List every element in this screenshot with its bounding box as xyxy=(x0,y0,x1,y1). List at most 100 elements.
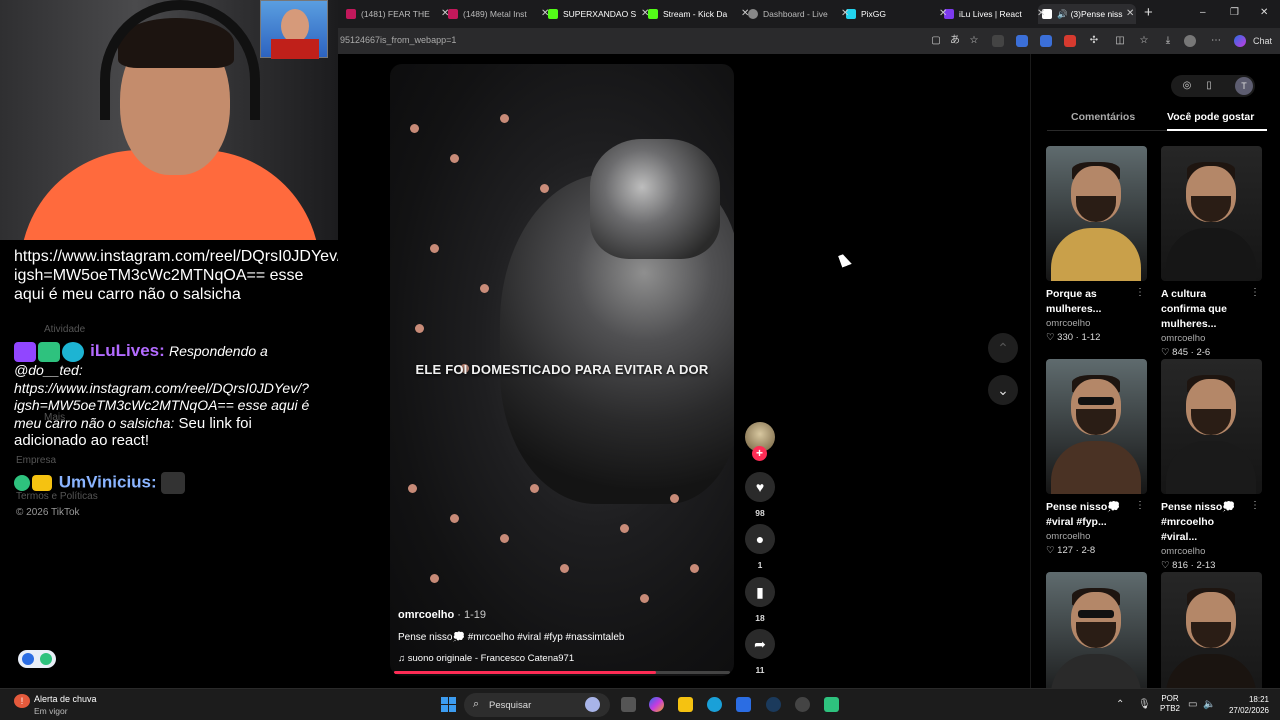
browser-tab[interactable]: PixGG xyxy=(846,4,938,24)
more-options-icon[interactable]: ⋮ xyxy=(1250,500,1260,511)
tab-close-icon[interactable]: ✕ xyxy=(441,8,449,19)
profile-avatar[interactable] xyxy=(1184,35,1196,47)
store-icon[interactable] xyxy=(736,697,751,712)
tab-close-icon[interactable]: ✕ xyxy=(741,8,749,19)
browser-tab[interactable]: (1489) Metal Inst xyxy=(448,4,540,24)
extension-icon[interactable] xyxy=(1016,35,1028,47)
suggested-video-card[interactable]: ⋮ Pense nisso💭 #mrcoelho #viral... omrcoel… xyxy=(1161,359,1262,571)
tray-chevron-icon[interactable]: ⌃ xyxy=(1116,699,1124,710)
steam-icon[interactable] xyxy=(766,697,781,712)
weather-title[interactable]: Alerta de chuva xyxy=(34,694,97,704)
webcam-feed xyxy=(0,0,338,240)
card-author[interactable]: omrcoelho xyxy=(1046,531,1147,542)
save-button[interactable]: ▮ 18 xyxy=(745,577,775,623)
video-player[interactable]: ELE FOI DOMESTICADO PARA EVITAR A DOR om… xyxy=(390,64,734,676)
download-icon[interactable]: ⤓ xyxy=(1162,35,1174,47)
split-screen-icon[interactable]: ◫ xyxy=(1114,35,1126,47)
app-icon[interactable] xyxy=(824,697,839,712)
file-explorer-icon[interactable] xyxy=(678,697,693,712)
card-title[interactable]: A cultura confirma que mulheres... xyxy=(1161,287,1249,332)
card-author[interactable]: omrcoelho xyxy=(1046,318,1147,329)
tab-comments[interactable]: Comentários xyxy=(1071,111,1135,123)
video-thumbnail[interactable] xyxy=(1046,359,1147,494)
browser-tab[interactable]: (1481) FEAR THE xyxy=(346,4,446,24)
copilot-taskbar-icon[interactable] xyxy=(649,697,664,712)
clock[interactable]: 18:21 27/02/2026 xyxy=(1225,694,1269,716)
minimize-button[interactable]: – xyxy=(1200,7,1206,18)
tab-close-icon[interactable]: ✕ xyxy=(939,8,947,19)
more-options-icon[interactable]: ⋮ xyxy=(1135,287,1145,298)
language-indicator[interactable]: POR PTB2 xyxy=(1160,694,1180,714)
obs-icon[interactable] xyxy=(795,697,810,712)
microphone-icon[interactable]: 🎙 xyxy=(1138,699,1151,710)
extension-icon[interactable] xyxy=(1040,35,1052,47)
video-thumbnail[interactable] xyxy=(1046,572,1147,707)
task-view-icon[interactable] xyxy=(621,697,636,712)
browser-tab[interactable]: Dashboard - Live xyxy=(748,4,840,24)
next-video-button[interactable]: ⌄ xyxy=(988,375,1018,405)
card-author[interactable]: omrcoelho xyxy=(1161,546,1262,557)
user-avatar[interactable]: T xyxy=(1235,77,1253,95)
favorite-star-icon[interactable]: ☆ xyxy=(968,35,980,47)
url-input[interactable]: 95124667is_from_webapp=1 xyxy=(340,35,456,45)
compass-icon[interactable]: ◎ xyxy=(1181,80,1193,92)
tab-suggested[interactable]: Você pode gostar xyxy=(1167,111,1254,123)
tab-close-icon[interactable]: ✕ xyxy=(541,8,549,19)
chat-button[interactable]: Chat xyxy=(1253,36,1272,46)
previous-video-button[interactable]: ⌃ xyxy=(988,333,1018,363)
close-window-button[interactable]: ✕ xyxy=(1260,7,1268,18)
translate-icon[interactable]: あ xyxy=(949,35,961,47)
browser-tab[interactable]: SUPERXANDAO S xyxy=(548,4,640,24)
video-author[interactable]: omrcoelho · 1-19 xyxy=(398,609,486,621)
extensions-puzzle-icon[interactable]: ✣ xyxy=(1088,35,1100,47)
more-options-icon[interactable]: ⋮ xyxy=(1250,287,1260,298)
browser-tab[interactable]: iLu Lives | React xyxy=(944,4,1036,24)
new-tab-button[interactable]: + xyxy=(1144,4,1153,21)
card-title[interactable]: Pense nisso💭 #viral #fyp... xyxy=(1046,500,1134,530)
tab-label: PixGG xyxy=(861,9,887,19)
browser-tab[interactable]: Stream - Kick Da xyxy=(648,4,740,24)
card-title[interactable]: Porque as mulheres... xyxy=(1046,287,1134,317)
video-thumbnail[interactable] xyxy=(1161,359,1262,494)
tab-close-icon[interactable]: ✕ xyxy=(1126,8,1134,19)
browser-tab-active[interactable]: 🔊 (3)Pense niss xyxy=(1038,4,1136,24)
video-sound[interactable]: ♫ suono originale - Francesco Catena971 xyxy=(398,653,574,664)
restore-button[interactable]: ❐ xyxy=(1230,7,1239,18)
extension-icon[interactable] xyxy=(992,35,1004,47)
tab-close-icon[interactable]: ✕ xyxy=(841,8,849,19)
like-button[interactable]: ♥ 98 xyxy=(745,472,775,518)
volume-icon[interactable]: 🔈 xyxy=(1203,699,1215,710)
menu-dots-icon[interactable]: ⋯ xyxy=(1210,35,1222,47)
start-button[interactable] xyxy=(441,697,456,712)
network-icon[interactable]: ▭ xyxy=(1188,699,1197,710)
app-icon[interactable]: ▢ xyxy=(930,35,942,47)
video-thumbnail[interactable] xyxy=(1161,146,1262,281)
video-thumbnail[interactable] xyxy=(1046,146,1147,281)
follow-plus-icon[interactable]: + xyxy=(752,446,767,461)
favorites-icon[interactable]: ☆ xyxy=(1138,35,1150,47)
save-count: 18 xyxy=(755,613,765,623)
extension-icon[interactable] xyxy=(1064,35,1076,47)
tab-close-icon[interactable]: ✕ xyxy=(1037,8,1045,19)
heart-icon: ♥ xyxy=(745,472,775,502)
share-button[interactable]: ➦ 11 xyxy=(745,629,775,675)
card-title[interactable]: Pense nisso💭 #mrcoelho #viral... xyxy=(1161,500,1249,545)
tab-close-icon[interactable]: ✕ xyxy=(641,8,649,19)
comment-button[interactable]: ● 1 xyxy=(745,524,775,570)
weather-alert-icon[interactable]: ! xyxy=(14,694,30,708)
copilot-icon[interactable] xyxy=(1234,35,1246,47)
edge-icon[interactable] xyxy=(707,697,722,712)
card-author[interactable]: omrcoelho xyxy=(1161,333,1262,344)
video-thumbnail[interactable] xyxy=(1161,572,1262,707)
phone-icon[interactable]: ▯ xyxy=(1203,80,1215,92)
suggested-video-card[interactable]: ⋮ A cultura confirma que mulheres... omrco… xyxy=(1161,146,1262,358)
video-progress-bar[interactable] xyxy=(394,671,730,674)
overlay-widget-toggle[interactable] xyxy=(18,650,56,668)
video-description[interactable]: Pense nisso💭 #mrcoelho #viral #fyp #nass… xyxy=(398,632,624,643)
more-options-icon[interactable]: ⋮ xyxy=(1135,500,1145,511)
suggested-video-card[interactable]: ⋮ Pense nisso💭 #viral #fyp... omrcoelho ♡ 1… xyxy=(1046,359,1147,556)
suggested-video-card[interactable]: ⋮ Porque as mulheres... omrcoelho ♡ 330 · 1… xyxy=(1046,146,1147,343)
widget-icon[interactable] xyxy=(585,697,600,712)
chat-message: UmVinicius: xyxy=(14,472,324,494)
video-author-name[interactable]: omrcoelho xyxy=(398,609,454,621)
